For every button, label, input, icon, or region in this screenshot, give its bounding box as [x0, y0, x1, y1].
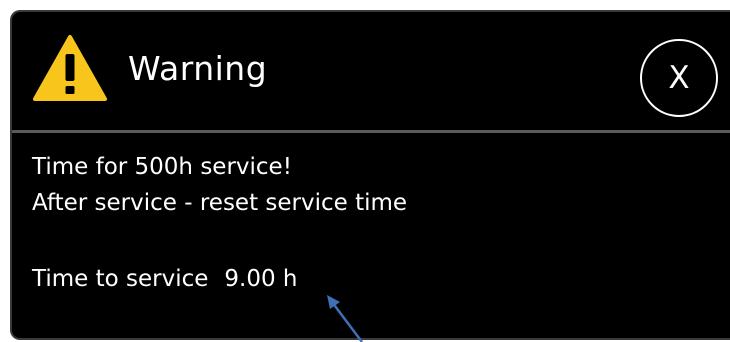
header-divider: [12, 130, 730, 133]
time-to-service-row: Time to service 9.00 h: [32, 268, 298, 291]
time-to-service-value: 9.00 h: [224, 266, 298, 292]
message-line-1: Time for 500h service!: [32, 154, 292, 180]
dialog-title: Warning: [128, 49, 268, 88]
close-button[interactable]: X: [640, 39, 718, 117]
dialog-header: Warning X: [12, 12, 730, 130]
arrow-icon: [327, 295, 363, 342]
time-to-service-label: Time to service: [32, 266, 209, 292]
warning-triangle-icon: [33, 35, 107, 101]
message-line-2: After service - reset service time: [32, 190, 408, 216]
screenshot-stage: Warning X Time for 500h service! After s…: [0, 0, 730, 342]
